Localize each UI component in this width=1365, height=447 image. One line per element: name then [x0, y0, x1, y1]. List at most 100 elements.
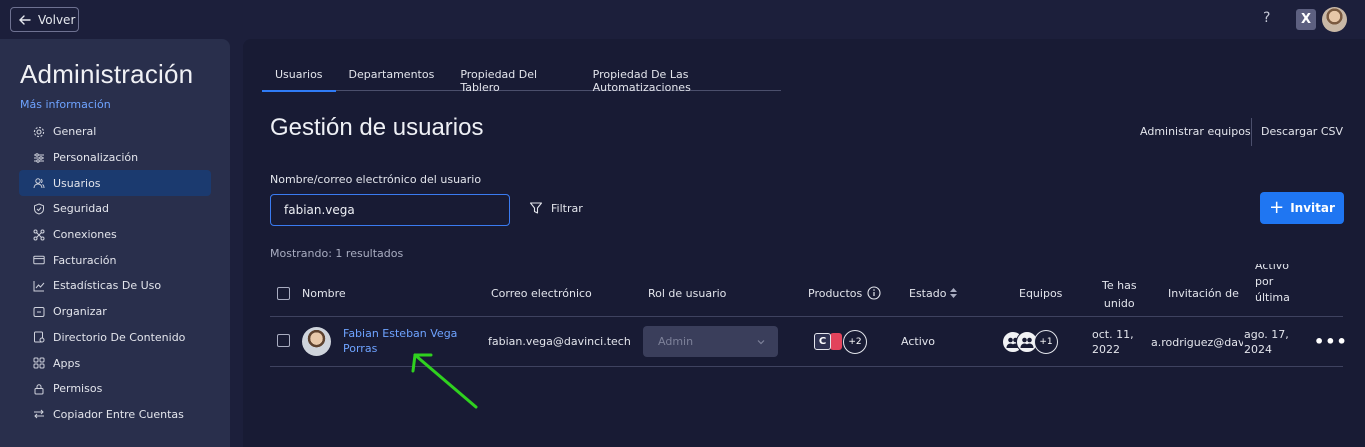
joined-date-text: oct. 11, — [1092, 328, 1134, 341]
arrow-left-icon — [19, 14, 31, 25]
product-icon — [830, 333, 842, 350]
more-info-link[interactable]: Más información — [20, 98, 111, 111]
role-value: Admin — [658, 335, 694, 348]
header-text: unido — [1103, 297, 1135, 310]
column-header-email[interactable]: Correo electrónico — [491, 287, 592, 300]
sidebar-item-security[interactable]: Seguridad — [19, 196, 211, 222]
divider — [1251, 118, 1252, 146]
main-panel: Usuarios Departamentos Propiedad Del Tab… — [243, 39, 1365, 447]
sidebar-item-connections[interactable]: Conexiones — [19, 222, 211, 248]
tab-board-ownership[interactable]: Propiedad Del Tablero — [447, 61, 579, 94]
last-active-date: ago. 17, 2024 — [1244, 327, 1289, 357]
column-header-products[interactable]: Productos — [808, 287, 862, 300]
sidebar-item-label: General — [53, 125, 97, 139]
select-all-checkbox[interactable] — [277, 287, 290, 300]
page-title: Gestión de usuarios — [270, 114, 484, 141]
sort-icon[interactable] — [949, 287, 958, 299]
column-header-status[interactable]: Estado — [909, 287, 946, 300]
sidebar-item-label: Conexiones — [53, 228, 117, 242]
account-badge[interactable]: X — [1296, 9, 1316, 30]
sidebar-item-label: Seguridad — [53, 202, 109, 216]
shield-icon — [33, 203, 45, 215]
search-label: Nombre/correo electrónico del usuario — [270, 173, 482, 186]
tab-users[interactable]: Usuarios — [262, 61, 336, 92]
search-input[interactable] — [270, 194, 510, 226]
invited-by: a.rodriguez@davi — [1151, 336, 1243, 349]
status-value: Activo — [901, 335, 935, 348]
sidebar-item-label: Apps — [53, 356, 81, 370]
sidebar-nav: General Personalización Usuarios Segurid… — [19, 119, 211, 427]
sidebar-item-billing[interactable]: Facturación — [19, 247, 211, 273]
teams-cell[interactable]: +1 — [1002, 329, 1062, 355]
sidebar-item-label: Copiador Entre Cuentas — [53, 407, 184, 421]
organize-icon — [33, 306, 45, 318]
manage-teams-button[interactable]: Administrar equipos — [1140, 125, 1251, 138]
last-active-text: 2024 — [1244, 343, 1272, 356]
swap-icon — [33, 408, 45, 420]
sidebar: Administración Más información General P… — [0, 39, 230, 447]
sidebar-item-personalization[interactable]: Personalización — [19, 145, 211, 171]
header-text: Activo — [1255, 264, 1289, 272]
chart-icon — [33, 280, 45, 292]
row-menu-button[interactable]: ••• — [1314, 332, 1348, 351]
user-name-text: Fabian Esteban Vega — [343, 327, 458, 340]
divider — [270, 316, 1343, 317]
sidebar-item-content-directory[interactable]: Directorio De Contenido — [19, 325, 211, 351]
more-teams-badge[interactable]: +1 — [1034, 330, 1058, 354]
joined-date: oct. 11, 2022 — [1092, 327, 1134, 357]
sidebar-item-label: Directorio De Contenido — [53, 330, 186, 344]
sidebar-item-users[interactable]: Usuarios — [19, 170, 211, 197]
column-header-teams[interactable]: Equipos — [1019, 287, 1062, 300]
tab-automation-ownership[interactable]: Propiedad De Las Automatizaciones — [580, 61, 781, 94]
sidebar-item-apps[interactable]: Apps — [19, 350, 211, 376]
product-icon: C — [814, 333, 831, 350]
sidebar-item-account-copier[interactable]: Copiador Entre Cuentas — [19, 402, 211, 428]
sidebar-item-organize[interactable]: Organizar — [19, 299, 211, 325]
user-avatar-icon[interactable] — [1322, 7, 1347, 32]
sidebar-item-label: Facturación — [53, 253, 117, 267]
joined-date-text: 2022 — [1092, 343, 1120, 356]
role-select[interactable]: Admin — [643, 326, 778, 357]
top-bar: Volver ? X — [0, 0, 1365, 39]
sidebar-item-label: Estadísticas De Uso — [53, 279, 162, 293]
column-header-role[interactable]: Rol de usuario — [648, 287, 726, 300]
more-products-badge[interactable]: +2 — [843, 330, 867, 354]
row-checkbox[interactable] — [277, 334, 290, 347]
card-icon — [33, 254, 45, 266]
column-header-invited-by[interactable]: Invitación de — [1168, 287, 1239, 300]
annotation-arrow-icon — [411, 353, 478, 409]
column-header-joined[interactable]: Te has unido — [1102, 277, 1137, 313]
apps-icon — [33, 357, 45, 369]
sidebar-item-label: Usuarios — [53, 176, 101, 190]
connections-icon — [33, 229, 45, 241]
tab-departments[interactable]: Departamentos — [336, 61, 448, 91]
invite-label: Invitar — [1290, 201, 1335, 215]
sidebar-item-usage-stats[interactable]: Estadísticas De Uso — [19, 273, 211, 299]
users-icon — [33, 177, 45, 189]
filter-button[interactable]: Filtrar — [529, 201, 583, 215]
user-email: fabian.vega@davinci.tech — [488, 335, 631, 348]
directory-icon — [33, 331, 45, 343]
info-icon[interactable] — [867, 286, 881, 300]
help-icon[interactable]: ? — [1263, 10, 1270, 26]
products-cell[interactable]: C +2 — [810, 330, 870, 354]
header-text: última — [1255, 291, 1290, 304]
download-csv-button[interactable]: Descargar CSV — [1261, 125, 1343, 138]
tab-bar: Usuarios Departamentos Propiedad Del Tab… — [262, 61, 781, 94]
sidebar-title: Administración — [20, 59, 194, 89]
sidebar-item-permissions[interactable]: Permisos — [19, 376, 211, 402]
sliders-icon — [33, 152, 45, 164]
column-header-name[interactable]: Nombre — [302, 287, 346, 300]
lock-icon — [33, 383, 45, 395]
last-active-text: ago. 17, — [1244, 328, 1289, 341]
header-text: Te has — [1102, 279, 1137, 292]
back-button[interactable]: Volver — [10, 7, 79, 32]
filter-label: Filtrar — [551, 201, 583, 215]
column-header-last-active[interactable]: Activo por última — [1255, 264, 1290, 312]
sidebar-item-label: Personalización — [53, 151, 139, 165]
invite-button[interactable]: + Invitar — [1260, 192, 1344, 224]
back-button-label: Volver — [38, 12, 76, 27]
sidebar-item-general[interactable]: General — [19, 119, 211, 145]
chevron-down-icon — [757, 339, 765, 344]
gear-icon — [33, 126, 45, 138]
